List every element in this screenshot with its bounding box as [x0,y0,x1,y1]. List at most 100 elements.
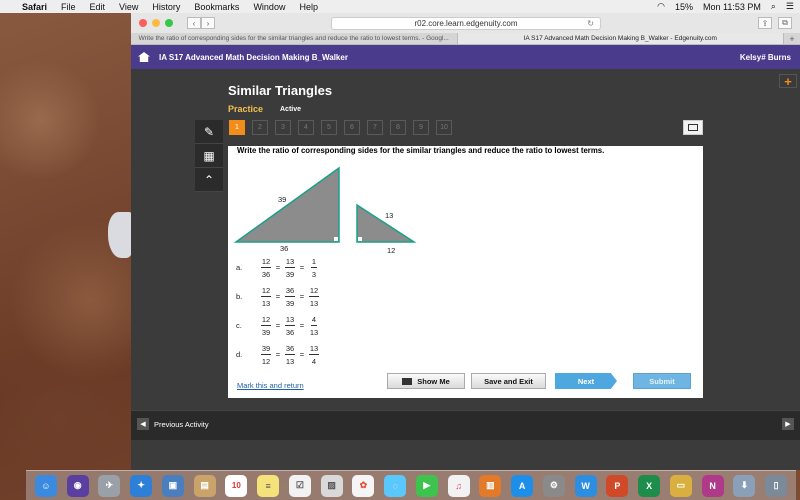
mac-menubar: Safari File Edit View History Bookmarks … [0,0,800,13]
ibooks-icon[interactable]: ▥ [479,474,502,497]
battery-percent[interactable]: 15% [675,2,693,12]
app-store-icon[interactable]: A [511,474,534,497]
menu-list-icon[interactable]: ☰ [786,1,794,12]
question-number[interactable]: 9 [413,120,429,135]
question-footer: Mark this and return Show Me Save and Ex… [228,370,703,398]
menu-help[interactable]: Help [299,2,318,12]
powerpoint-icon[interactable]: P [606,474,629,497]
large-base-label: 36 [280,244,288,253]
print-icon[interactable] [683,120,703,135]
submit-button[interactable]: Submit [633,373,691,389]
itunes-icon[interactable]: ♫ [447,474,470,497]
choice-b[interactable]: b. 12 13 = 36 39 = 12 13 [236,282,322,311]
save-and-exit-button[interactable]: Save and Exit [471,373,546,389]
large-hypotenuse-label: 39 [278,195,286,204]
formula-icon[interactable]: ⌃ [195,168,223,192]
share-icon[interactable]: ⇪ [758,17,772,29]
word-icon[interactable]: W [574,474,597,497]
lesson-mode: Practice [228,104,264,114]
menu-window[interactable]: Window [253,2,285,12]
menu-view[interactable]: View [119,2,138,12]
excel-icon[interactable]: X [638,474,661,497]
previous-activity-button[interactable]: ◀ Previous Activity [137,418,209,430]
mark-and-return-link[interactable]: Mark this and return [237,381,304,390]
clock[interactable]: Mon 11:53 PM [703,2,761,12]
choice-d[interactable]: d. 39 12 = 36 13 = 13 4 [236,340,322,369]
forward-button[interactable]: › [201,17,215,29]
tabs-overview-icon[interactable]: ⧉ [778,17,792,29]
numerator: 36 [284,343,296,355]
numerator: 13 [284,314,296,326]
equals-sign: = [275,263,281,272]
menu-app-name[interactable]: Safari [22,2,47,12]
plus-icon[interactable]: + [779,74,797,89]
zoom-window-button[interactable] [165,19,173,27]
numerator: 12 [308,285,320,297]
new-tab-button[interactable]: + [784,33,800,44]
menu-file[interactable]: File [61,2,76,12]
question-number[interactable]: 2 [252,120,268,135]
question-number[interactable]: 7 [367,120,383,135]
contacts-icon[interactable]: ▤ [193,474,216,497]
menu-history[interactable]: History [152,2,180,12]
choice-a[interactable]: a. 12 36 = 13 39 = 13 [236,253,322,282]
close-window-button[interactable] [139,19,147,27]
onenote-icon[interactable]: N [701,474,724,497]
facetime-icon[interactable]: ▶ [415,474,438,497]
user-name[interactable]: Kelsy# Burns [740,53,791,62]
question-number[interactable]: 8 [390,120,406,135]
denominator: 39 [285,298,295,308]
numerator: 12 [260,314,272,326]
question-navigator: 1 2 3 4 5 6 7 8 9 10 [229,120,452,135]
numerator: 1 [310,256,318,268]
finder-icon[interactable]: ☺ [34,474,57,497]
outlook-icon[interactable]: ▭ [669,474,692,497]
launchpad-icon[interactable]: ✈ [98,474,121,497]
photos-icon[interactable]: ✿ [352,474,375,497]
address-bar[interactable]: r02.core.learn.edgenuity.com ↻ [331,17,601,30]
menubar-status: ◠ 15% Mon 11:53 PM ⌕ ☰ [657,0,794,13]
calculator-icon[interactable]: ▦ [195,144,223,168]
lesson-status: Active [280,106,302,113]
home-icon[interactable] [138,52,150,62]
photo-app-icon[interactable]: ▣ [161,474,184,497]
pencil-icon[interactable]: ✎ [195,120,223,144]
large-triangle [233,166,340,243]
course-header: IA S17 Advanced Math Decision Making B_W… [131,45,800,69]
downloads-icon[interactable]: ⬇ [733,474,756,497]
question-number[interactable]: 6 [344,120,360,135]
question-number[interactable]: 10 [436,120,452,135]
browser-toolbar-right: ⇪ ⧉ [758,17,792,29]
question-number[interactable]: 4 [298,120,314,135]
notes-icon[interactable]: ≡ [257,474,280,497]
choice-c[interactable]: c. 12 39 = 13 36 = 4 13 [236,311,322,340]
search-icon[interactable]: ⌕ [771,1,776,12]
question-number[interactable]: 1 [229,120,245,135]
question-number[interactable]: 3 [275,120,291,135]
show-me-button[interactable]: Show Me [387,373,465,389]
preview-icon[interactable]: ▨ [320,474,343,497]
show-me-label: Show Me [417,376,450,386]
menu-bookmarks[interactable]: Bookmarks [194,2,239,12]
trash-icon[interactable]: ▯ [765,474,788,497]
url-text: r02.core.learn.edgenuity.com [414,19,518,28]
tab-google-search[interactable]: Write the ratio of corresponding sides f… [131,33,458,44]
siri-icon[interactable]: ◉ [66,474,89,497]
next-button[interactable]: Next [555,373,617,389]
back-button[interactable]: ‹ [187,17,201,29]
calendar-icon[interactable]: 10 [225,474,248,497]
next-activity-button[interactable]: ▶ [782,418,794,430]
equals-sign: = [275,292,281,301]
left-arrow-icon: ◀ [137,418,149,430]
wifi-icon[interactable]: ◠ [657,1,665,12]
question-number[interactable]: 5 [321,120,337,135]
reminders-icon[interactable]: ☑ [288,474,311,497]
safari-icon[interactable]: ✦ [130,474,153,497]
system-preferences-icon[interactable]: ⚙ [542,474,565,497]
messages-icon[interactable]: ◌ [384,474,407,497]
reload-icon[interactable]: ↻ [587,19,594,28]
minimize-window-button[interactable] [152,19,160,27]
menu-edit[interactable]: Edit [90,2,106,12]
tab-bar: Write the ratio of corresponding sides f… [131,33,800,45]
tab-edgenuity[interactable]: IA S17 Advanced Math Decision Making B_W… [457,33,784,44]
